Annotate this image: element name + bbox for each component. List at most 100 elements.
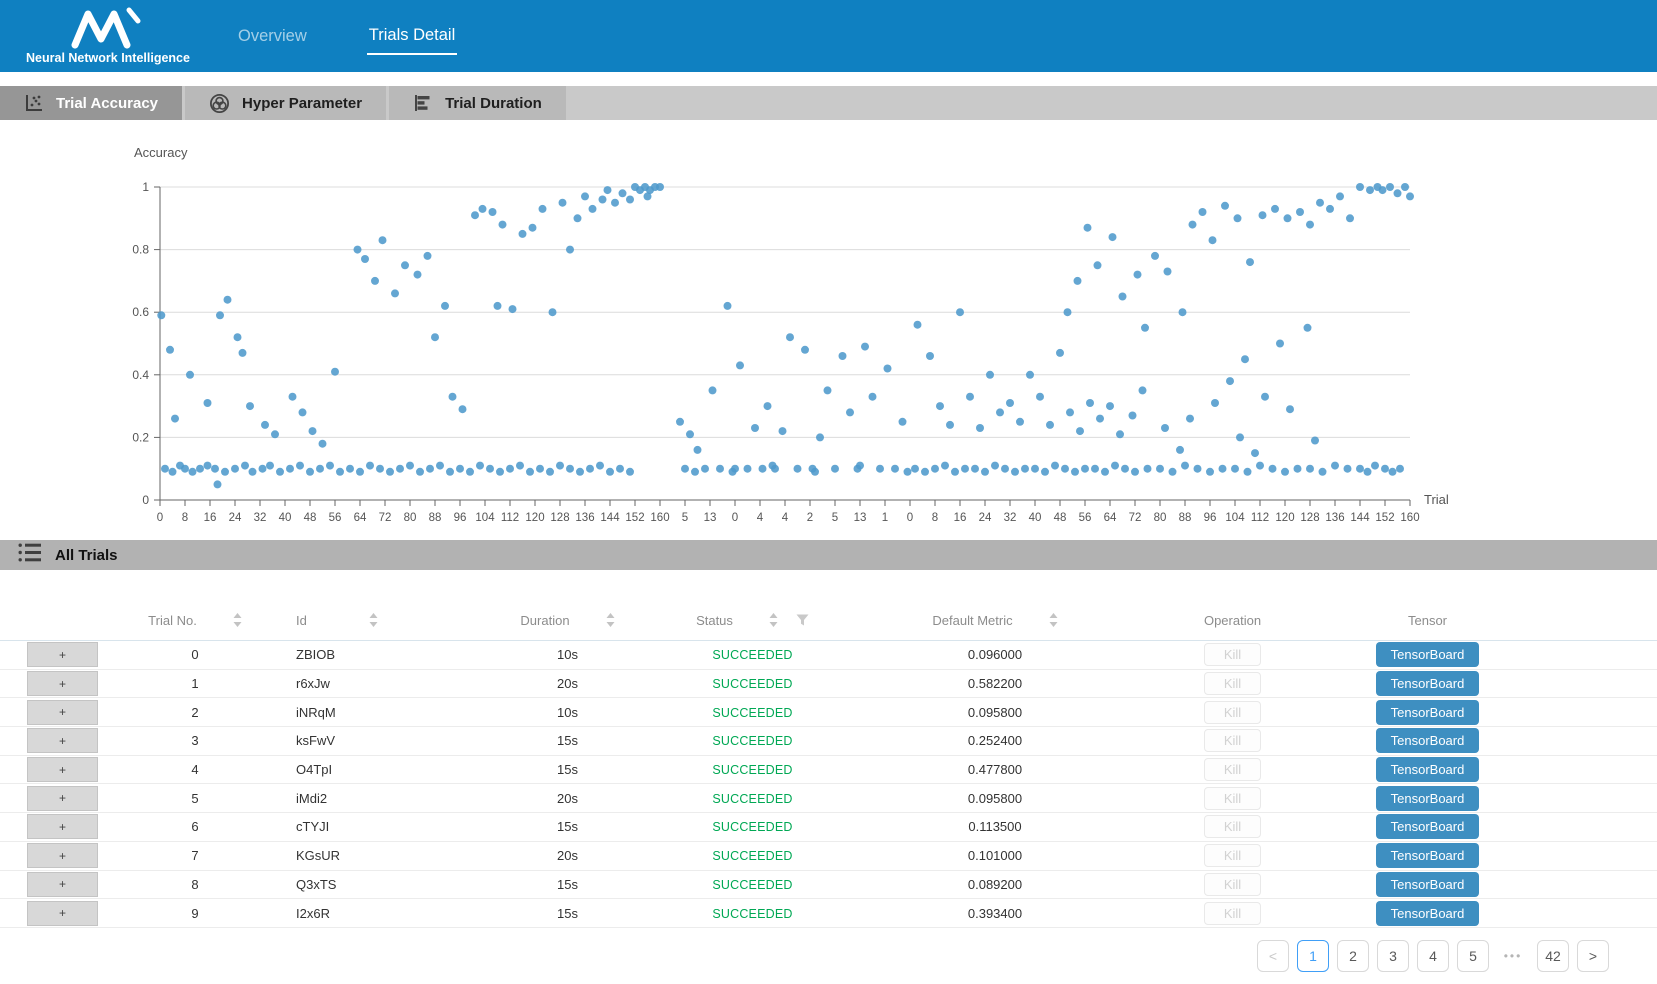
cell-tensor: TensorBoard — [1320, 872, 1535, 897]
x-tick-label: 128 — [1300, 512, 1319, 524]
expand-row-button[interactable]: + — [27, 642, 98, 667]
tab-hyper-parameter[interactable]: Hyper Parameter — [185, 86, 386, 120]
kill-button[interactable]: Kill — [1204, 787, 1261, 810]
expand-row-button[interactable]: + — [27, 700, 98, 725]
cell-default-metric: 0.113500 — [845, 819, 1145, 834]
pagination-next-button[interactable]: > — [1577, 940, 1609, 972]
pagination-page-3[interactable]: 3 — [1377, 940, 1409, 972]
scatter-point — [1306, 465, 1314, 473]
scatter-point — [1364, 468, 1372, 476]
tensorboard-button[interactable]: TensorBoard — [1376, 728, 1480, 753]
tensorboard-button[interactable]: TensorBoard — [1376, 642, 1480, 667]
scatter-point — [724, 302, 732, 310]
filter-funnel-icon[interactable] — [796, 614, 809, 626]
cell-tensor: TensorBoard — [1320, 901, 1535, 926]
expand-row-button[interactable]: + — [27, 757, 98, 782]
cell-duration: 20s — [475, 848, 660, 863]
x-tick-label: 144 — [1350, 512, 1370, 524]
scatter-point — [1194, 465, 1202, 473]
nav-tab-trials-detail[interactable]: Trials Detail — [367, 18, 458, 55]
scatter-point — [1396, 465, 1404, 473]
cell-tensor: TensorBoard — [1320, 786, 1535, 811]
pagination-page-2[interactable]: 2 — [1337, 940, 1369, 972]
kill-button[interactable]: Kill — [1204, 902, 1261, 925]
x-tick-label: 0 — [907, 512, 913, 524]
scatter-point — [1346, 214, 1354, 222]
kill-button[interactable]: Kill — [1204, 844, 1261, 867]
expand-row-button[interactable]: + — [27, 872, 98, 897]
kill-button[interactable]: Kill — [1204, 672, 1261, 695]
scatter-point — [1119, 293, 1127, 301]
x-tick-label: 0 — [732, 512, 738, 524]
tensorboard-button[interactable]: TensorBoard — [1376, 786, 1480, 811]
tensorboard-button[interactable]: TensorBoard — [1376, 757, 1480, 782]
kill-button[interactable]: Kill — [1204, 815, 1261, 838]
scatter-point — [401, 261, 409, 269]
tab-trial-duration[interactable]: Trial Duration — [389, 86, 566, 120]
scatter-point — [596, 462, 604, 470]
cell-trial-no: 5 — [100, 791, 290, 806]
x-tick-label: 5 — [682, 512, 688, 524]
cell-duration: 20s — [475, 791, 660, 806]
expand-row-button[interactable]: + — [27, 786, 98, 811]
scatter-point — [539, 205, 547, 213]
scatter-point — [1016, 418, 1024, 426]
expander-cell: + — [25, 670, 100, 697]
scatter-point — [556, 462, 564, 470]
scatter-point — [436, 462, 444, 470]
scatter-point — [446, 468, 454, 476]
x-axis-title: Trial — [1424, 492, 1449, 507]
expand-row-button[interactable]: + — [27, 671, 98, 696]
sort-caret-icon[interactable] — [606, 613, 615, 627]
sort-caret-icon[interactable] — [1049, 613, 1058, 627]
scatter-point — [354, 246, 362, 254]
expand-row-button[interactable]: + — [27, 814, 98, 839]
kill-button[interactable]: Kill — [1204, 758, 1261, 781]
cell-trial-no: 9 — [100, 906, 290, 921]
tensorboard-button[interactable]: TensorBoard — [1376, 700, 1480, 725]
tensorboard-button[interactable]: TensorBoard — [1376, 872, 1480, 897]
pagination-prev-button[interactable]: < — [1257, 940, 1289, 972]
pagination-page-5[interactable]: 5 — [1457, 940, 1489, 972]
kill-button[interactable]: Kill — [1204, 729, 1261, 752]
scatter-point — [946, 421, 954, 429]
kill-button[interactable]: Kill — [1204, 643, 1261, 666]
expand-row-button[interactable]: + — [27, 728, 98, 753]
y-tick-label: 0.8 — [132, 243, 149, 257]
scatter-point — [1311, 437, 1319, 445]
kill-button[interactable]: Kill — [1204, 873, 1261, 896]
x-tick-label: 64 — [354, 512, 367, 524]
expand-row-button[interactable]: + — [27, 901, 98, 926]
scatter-point — [1259, 211, 1267, 219]
pagination-page-1[interactable]: 1 — [1297, 940, 1329, 972]
kill-button[interactable]: Kill — [1204, 701, 1261, 724]
scatter-point — [681, 465, 689, 473]
scatter-point — [626, 468, 634, 476]
pagination-page-4[interactable]: 4 — [1417, 940, 1449, 972]
scatter-point — [1109, 233, 1117, 241]
nav-tab-overview[interactable]: Overview — [236, 19, 309, 54]
tensorboard-button[interactable]: TensorBoard — [1376, 671, 1480, 696]
tensorboard-button[interactable]: TensorBoard — [1376, 901, 1480, 926]
scatter-point — [856, 462, 864, 470]
scatter-point — [616, 465, 624, 473]
expand-row-button[interactable]: + — [27, 843, 98, 868]
sort-caret-icon[interactable] — [233, 613, 242, 627]
x-tick-label: 72 — [1129, 512, 1142, 524]
tab-trial-accuracy[interactable]: Trial Accuracy — [0, 86, 182, 120]
sort-caret-icon[interactable] — [369, 613, 378, 627]
x-tick-label: 160 — [650, 512, 669, 524]
scatter-point — [1246, 258, 1254, 266]
scatter-point — [1071, 468, 1079, 476]
scatter-point — [231, 465, 239, 473]
x-tick-label: 4 — [757, 512, 764, 524]
sort-caret-icon[interactable] — [769, 613, 778, 627]
table-body: +0ZBIOB10sSUCCEEDED0.096000KillTensorBoa… — [0, 641, 1657, 928]
cell-trial-id: iNRqM — [290, 705, 475, 720]
cell-trial-no: 0 — [100, 647, 290, 662]
tensorboard-button[interactable]: TensorBoard — [1376, 814, 1480, 839]
x-tick-label: 24 — [979, 512, 992, 524]
x-tick-label: 152 — [625, 512, 644, 524]
tensorboard-button[interactable]: TensorBoard — [1376, 843, 1480, 868]
pagination-page-42[interactable]: 42 — [1537, 940, 1569, 972]
